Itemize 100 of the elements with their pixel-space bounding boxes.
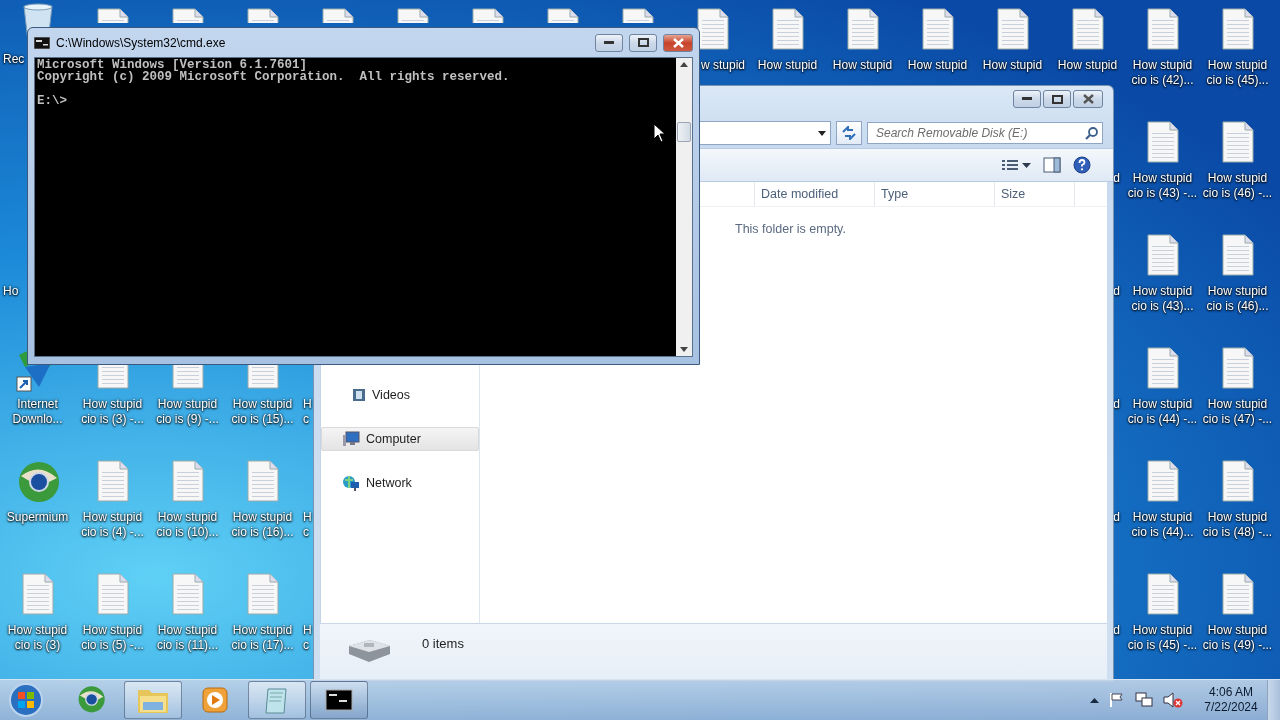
document-icon <box>246 460 279 502</box>
document-icon <box>96 8 129 23</box>
document-icon <box>1146 460 1179 502</box>
play-icon <box>202 687 228 713</box>
document-icon <box>1146 8 1179 50</box>
document-icon <box>171 8 204 23</box>
close-button[interactable] <box>1073 90 1103 108</box>
search-icon <box>1085 126 1098 140</box>
icon-label[interactable]: How stupid cio is (43) -... <box>1127 171 1198 201</box>
document-icon <box>1221 8 1254 50</box>
console-text: Microsoft Windows [Version 6.1.7601] <box>37 59 308 71</box>
document-icon <box>1221 573 1254 615</box>
icon-label[interactable]: How stupid cio is (48) -... <box>1202 510 1273 540</box>
globe-icon <box>76 685 106 715</box>
caret-icon <box>818 130 826 136</box>
document-icon <box>696 8 729 50</box>
document-icon <box>1221 460 1254 502</box>
icon-label[interactable]: How stupid cio is (44)... <box>1131 510 1194 540</box>
document-icon <box>396 8 429 23</box>
windows-logo-icon <box>8 682 44 718</box>
document-icon <box>1221 121 1254 163</box>
preview-pane-button[interactable] <box>1041 155 1063 175</box>
document-icon <box>771 8 804 50</box>
icon-label[interactable]: Rec <box>0 52 25 67</box>
icon-label[interactable]: How stupid cio is (46) -... <box>1202 171 1273 201</box>
icon-label[interactable]: d <box>1113 284 1125 299</box>
caret-icon <box>1022 162 1031 168</box>
icon-label[interactable]: d <box>1113 623 1125 638</box>
document-icon <box>1071 8 1104 50</box>
close-icon <box>672 37 684 48</box>
minimize-icon <box>604 40 614 45</box>
document-icon <box>621 8 654 23</box>
icon-label[interactable]: How stupid <box>1057 58 1118 73</box>
computer-icon <box>342 431 360 447</box>
console-icon <box>325 689 353 711</box>
icon-label[interactable]: How stupid cio is (47) -... <box>1202 397 1273 427</box>
maximize-button[interactable] <box>1043 90 1071 108</box>
icon-label[interactable]: How stupid cio is (44) -... <box>1127 397 1198 427</box>
icon-label[interactable]: d <box>1113 510 1125 525</box>
refresh-button[interactable] <box>836 121 862 145</box>
document-icon <box>171 460 204 502</box>
document-icon <box>246 365 279 389</box>
column-header[interactable]: Type <box>875 182 995 206</box>
icon-label[interactable]: How stupid <box>907 58 968 73</box>
scroll-thumb[interactable] <box>677 122 691 142</box>
document-icon <box>546 8 579 23</box>
document-icon <box>96 573 129 615</box>
document-icon <box>471 8 504 23</box>
refresh-icon <box>841 126 857 140</box>
maximize-button[interactable] <box>629 33 657 52</box>
maximize-icon <box>637 38 649 47</box>
column-header[interactable]: Size <box>995 182 1075 206</box>
help-button[interactable] <box>1071 154 1093 176</box>
clock[interactable]: 4:06 AM 7/22/2024 <box>1201 685 1261 715</box>
document-icon <box>21 573 54 615</box>
empty-folder-message: This folder is empty. <box>734 221 847 236</box>
taskbar-app-button[interactable] <box>310 681 368 719</box>
command-prompt[interactable]: E:\> <box>37 95 674 107</box>
close-button[interactable] <box>663 33 693 52</box>
icon-label[interactable]: How stupid <box>832 58 893 73</box>
icon-label[interactable]: How stupid <box>982 58 1043 73</box>
document-icon <box>246 573 279 615</box>
console-icon <box>34 36 50 49</box>
icon-label[interactable]: How stupid cio is (45) -... <box>1127 623 1198 653</box>
scrollbar[interactable] <box>676 58 692 356</box>
down-arrow-icon <box>680 347 688 352</box>
navigation-item[interactable]: Network <box>321 471 479 495</box>
document-icon <box>1221 234 1254 276</box>
icon-label[interactable]: How stupid <box>757 58 818 73</box>
network-icon <box>342 474 360 492</box>
icon-label[interactable]: How stupid cio is (43)... <box>1131 284 1194 314</box>
navigation-item[interactable]: Computer <box>321 427 479 451</box>
caret-up-icon <box>1090 697 1099 703</box>
document-icon <box>246 8 279 23</box>
icon-label[interactable]: How stupid cio is (46)... <box>1206 284 1269 314</box>
network-icon <box>1135 692 1153 708</box>
document-icon <box>171 573 204 615</box>
icon-label[interactable]: d <box>1113 397 1125 412</box>
icon-label[interactable]: Ho <box>0 284 19 299</box>
icon-label[interactable]: How stupid cio is (42)... <box>1131 58 1194 88</box>
list-view-icon <box>1002 158 1018 172</box>
navigation-item[interactable]: Videos <box>321 383 479 407</box>
document-icon <box>921 8 954 50</box>
minimize-button[interactable] <box>1013 90 1041 108</box>
minimize-button[interactable] <box>595 33 623 52</box>
minimize-icon <box>1022 97 1032 101</box>
maximize-icon <box>1051 94 1063 104</box>
search-field[interactable]: Search Removable Disk (E:) <box>867 122 1103 144</box>
close-icon <box>1082 94 1094 104</box>
pane-icon <box>1043 157 1061 173</box>
document-icon <box>996 8 1029 50</box>
icon-label[interactable]: d <box>1113 171 1125 186</box>
icon-label[interactable]: How stupid cio is (49) -... <box>1202 623 1273 653</box>
column-header[interactable]: Date modified <box>755 182 875 206</box>
icon-label[interactable]: How stupid cio is (45)... <box>1206 58 1269 88</box>
speaker-muted-icon <box>1163 692 1183 708</box>
document-icon <box>1146 121 1179 163</box>
window-title: C:\Windows\System32\cmd.exe <box>56 35 227 50</box>
document-icon <box>1146 573 1179 615</box>
icon-label[interactable]: w stupid <box>700 58 750 73</box>
